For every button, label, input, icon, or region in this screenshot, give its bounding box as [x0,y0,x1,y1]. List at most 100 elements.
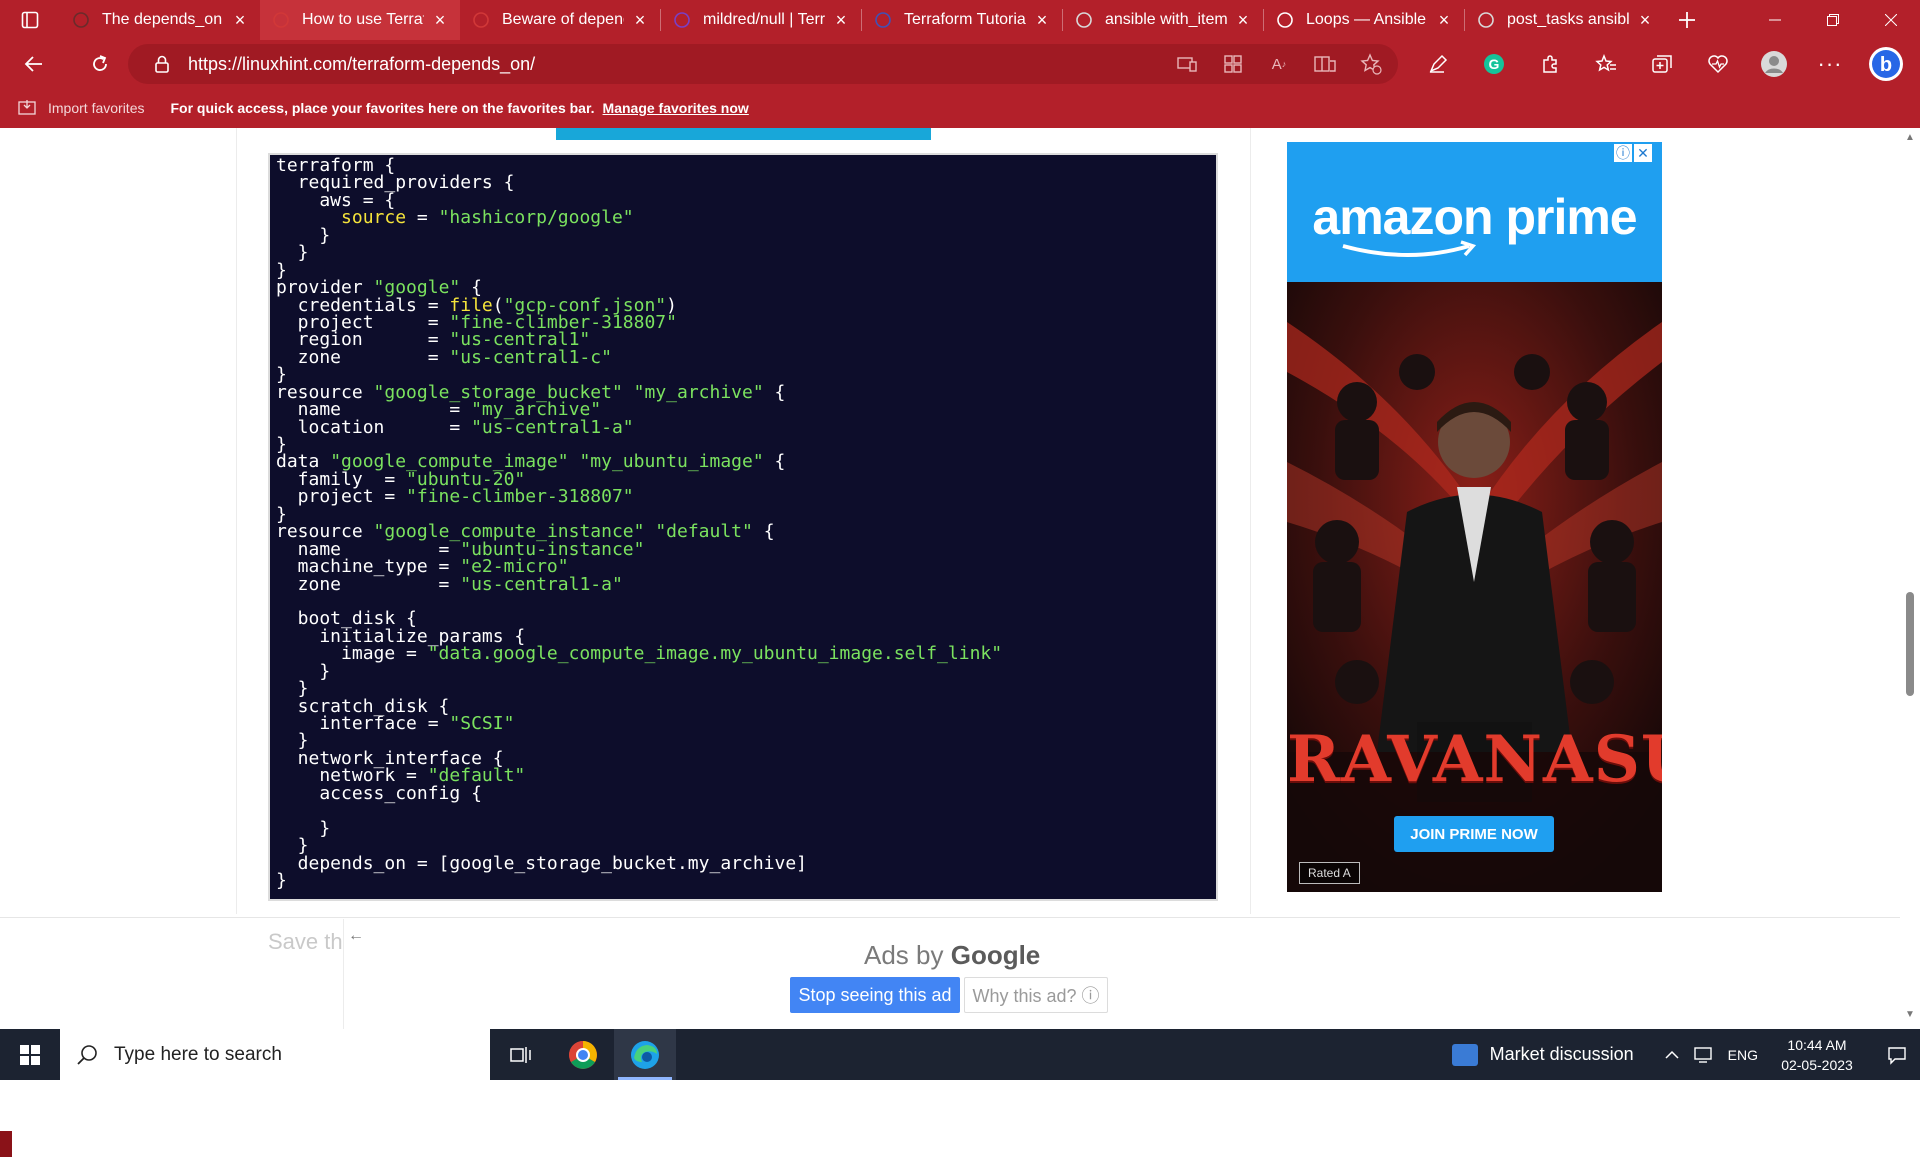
refresh-button[interactable] [76,40,124,88]
code-token: "hashicorp/google" [438,207,634,229]
tab-close-icon[interactable]: × [232,10,248,31]
code-line: } [276,819,1210,837]
tab-close-icon[interactable]: × [1436,10,1452,31]
scroll-up-icon[interactable]: ▲ [1900,132,1920,148]
tab-favicon-icon [673,11,691,29]
extensions-icon[interactable] [1522,40,1578,88]
code-token: "data.google_compute_image.my_ubuntu_ima… [427,643,1003,665]
browser-tab[interactable]: Beware of depend × [460,0,660,40]
ad-close-icon[interactable]: ✕ [1634,144,1652,162]
minimize-button[interactable] [1746,0,1804,40]
side-tab[interactable] [0,1131,12,1157]
close-icon [1885,14,1897,26]
chrome-taskbar-button[interactable] [552,1029,614,1080]
taskbar-widget[interactable]: Market discussion [1451,1043,1634,1066]
browser-essentials-icon[interactable] [1690,40,1746,88]
favorites-icon[interactable] [1578,40,1634,88]
tab-title: Terraform Tutorial [904,11,1026,28]
import-icon [18,100,36,115]
tab-title: post_tasks ansible [1507,11,1629,28]
ad-choices[interactable]: ⓘ ✕ [1614,144,1652,162]
tab-close-icon[interactable]: × [632,10,648,31]
tab-title: How to use Terraf [302,11,424,28]
collections-icon[interactable] [1634,40,1690,88]
save-this-widget[interactable]: Save th ← [268,919,364,1029]
code-token: location = [276,416,472,438]
scroll-down-icon[interactable]: ▼ [1900,1009,1920,1025]
taskbar-search[interactable]: Type here to search [60,1029,490,1080]
add-favorite-icon[interactable] [1358,51,1384,77]
new-tab-button[interactable] [1665,0,1709,40]
read-aloud-icon[interactable]: A ♪ [1266,51,1292,77]
code-token: "my_ubuntu_image" [579,451,764,473]
browser-tab[interactable]: post_tasks ansible × [1465,0,1665,40]
restore-icon [1827,14,1839,26]
pen-icon[interactable] [1410,40,1466,88]
tab-close-icon[interactable]: × [1637,10,1653,31]
language-indicator[interactable]: ENG [1728,1047,1758,1063]
page-scrollbar[interactable]: ▲ ▼ [1900,128,1920,1029]
code-line: access_config { [276,784,1210,802]
ad-brand: amazon prime [1312,189,1637,245]
arrow-left-icon[interactable]: ← [348,927,424,945]
close-window-button[interactable] [1862,0,1920,40]
bing-chat-icon[interactable]: b [1858,40,1914,88]
code-token: { [763,451,786,473]
back-button[interactable] [10,40,58,88]
taskbar-clock[interactable]: 10:44 AM 02-05-2023 [1772,1035,1862,1075]
import-favorites-label: Import favorites [48,100,145,116]
tab-close-icon[interactable]: × [833,10,849,31]
browser-tab[interactable]: Loops — Ansible × [1264,0,1464,40]
scrollbar-thumb[interactable] [1906,592,1914,696]
why-this-ad-button[interactable]: Why this ad? ⓘ [964,977,1108,1013]
ads-by-prefix: Ads by [864,940,951,970]
tab-close-icon[interactable]: × [1235,10,1251,31]
task-view-button[interactable] [490,1029,552,1080]
browser-tab[interactable]: mildred/null | Terr × [661,0,861,40]
show-hidden-icons[interactable] [1656,1050,1688,1060]
apps-icon[interactable] [1220,51,1246,77]
immersive-reader-icon[interactable] [1312,51,1338,77]
code-token: depends_on = [google_storage_bucket.my_a… [276,852,808,874]
tab-close-icon[interactable]: × [432,10,448,31]
amazon-prime-ad[interactable]: amazon prime ⓘ ✕ RAVANAS JOIN PRIME NOW … [1287,142,1662,892]
browser-tab[interactable]: How to use Terraf × [260,0,460,40]
more-options-icon[interactable]: ··· [1802,40,1858,88]
url-text[interactable]: https://linuxhint.com/terraform-depends_… [188,54,535,75]
tab-close-icon[interactable]: × [1034,10,1050,31]
task-view-icon [510,1046,531,1063]
stop-seeing-ad-button[interactable]: Stop seeing this ad [790,977,960,1013]
back-arrow-icon [24,56,42,72]
browser-tab[interactable]: ansible with_item × [1063,0,1263,40]
grammarly-icon[interactable]: G [1466,40,1522,88]
code-line: interface = "SCSI" [276,713,1210,734]
notification-center-button[interactable] [1874,1045,1920,1065]
device-icon[interactable] [1174,51,1200,77]
tab-actions-button[interactable] [0,0,60,40]
network-icon[interactable] [1688,1046,1720,1064]
browser-tab[interactable]: The depends_on M × [60,0,260,40]
code-token: "my_archive" [633,381,764,403]
edge-taskbar-button[interactable] [614,1029,676,1080]
tab-favicon-icon [1075,11,1093,29]
manage-favorites-link[interactable]: Manage favorites now [603,100,749,116]
code-block: terraform { required_providers { aws = {… [268,153,1218,901]
lock-icon[interactable] [142,55,182,73]
ad-info-icon[interactable]: ⓘ [1614,144,1632,162]
browser-tab[interactable]: Terraform Tutorial × [862,0,1062,40]
join-prime-button[interactable]: JOIN PRIME NOW [1394,816,1554,852]
widget-label: Market discussion [1489,1044,1634,1064]
tab-strip: The depends_on M×How to use Terraf×Bewar… [0,0,1920,40]
code-token: "us-central1-c" [449,346,612,368]
profile-avatar-icon[interactable] [1746,40,1802,88]
tab-title: Loops — Ansible [1306,11,1427,28]
code-line: source = "hashicorp/google" [276,207,1210,229]
address-bar[interactable]: https://linuxhint.com/terraform-depends_… [128,44,1398,84]
windows-logo-icon [20,1044,40,1065]
code-token: "SCSI" [449,713,515,734]
favorites-bar: Import favorites For quick access, place… [0,88,1920,128]
start-button[interactable] [0,1029,60,1080]
import-favorites-button[interactable]: Import favorites [18,99,144,117]
svg-text:G: G [1489,56,1500,72]
restore-button[interactable] [1804,0,1862,40]
